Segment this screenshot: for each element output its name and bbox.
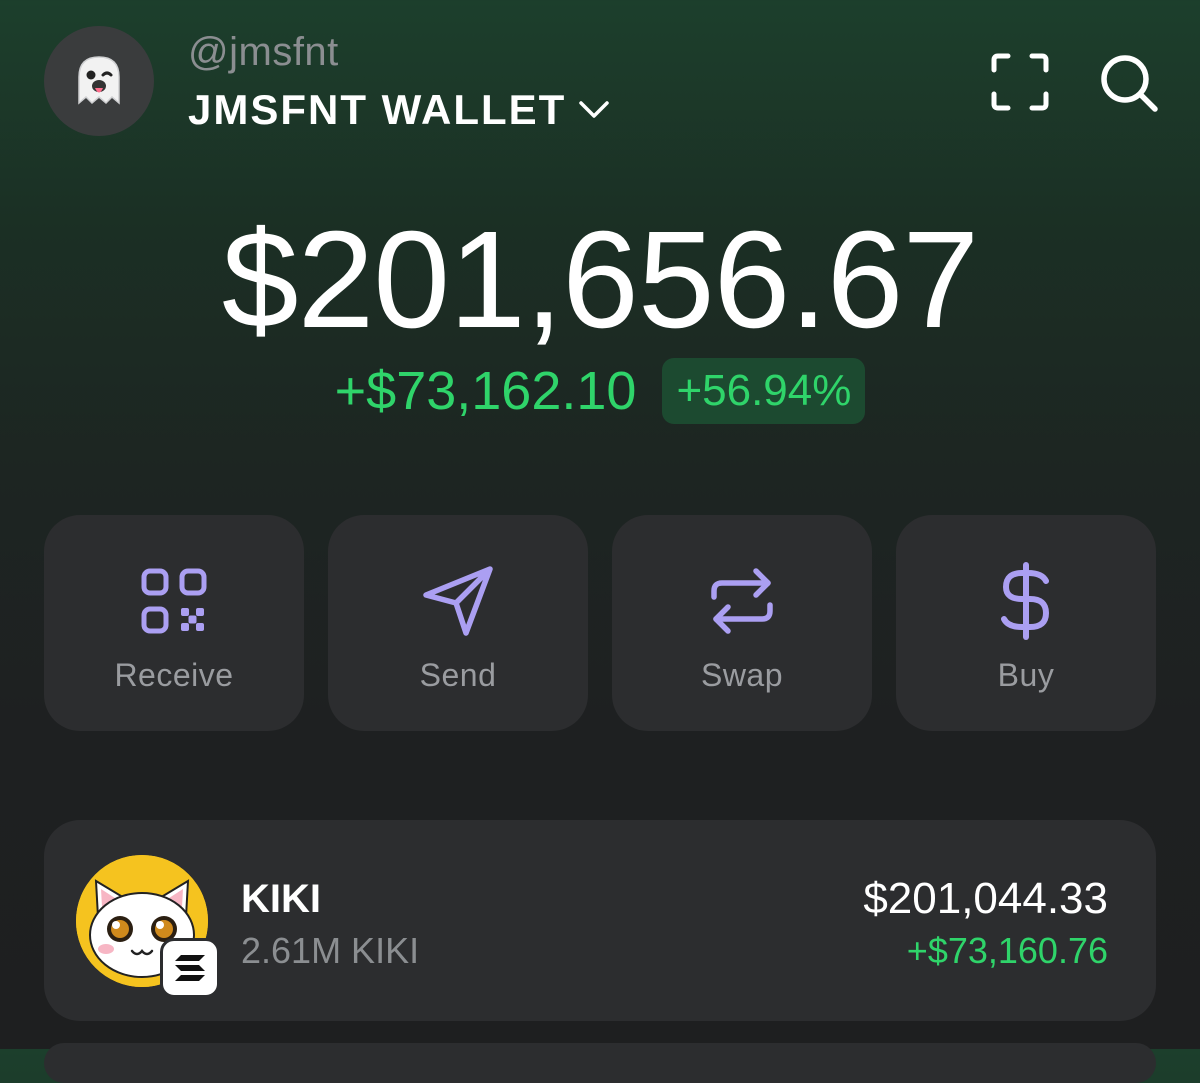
scan-qr-icon	[991, 53, 1049, 111]
action-buttons: Receive Send Swap Buy	[44, 515, 1156, 731]
token-amount: 2.61M KIKI	[241, 930, 420, 971]
swap-button[interactable]: Swap	[612, 515, 872, 731]
swap-arrows-icon	[702, 561, 782, 641]
send-button[interactable]: Send	[328, 515, 588, 731]
total-balance: $201,656.67	[221, 203, 979, 357]
scan-button[interactable]	[990, 52, 1050, 112]
chevron-down-icon	[579, 101, 610, 118]
balance-change-row: +$73,162.10 +56.94%	[0, 358, 1200, 424]
ghost-emoji-icon	[78, 56, 120, 105]
send-label: Send	[419, 657, 497, 693]
balance-change-percent-badge: +56.94%	[662, 358, 866, 424]
dollar-sign-icon	[986, 561, 1066, 641]
token-row-next[interactable]	[44, 1043, 1156, 1083]
wallet-selector[interactable]: JMSFNT WALLET	[188, 84, 610, 136]
token-change: +$73,160.76	[906, 930, 1108, 971]
swap-label: Swap	[700, 657, 784, 693]
token-row-kiki[interactable]: KIKI 2.61M KIKI $201,044.33 +$73,160.76	[44, 820, 1156, 1021]
paper-plane-icon	[418, 561, 498, 641]
receive-button[interactable]: Receive	[44, 515, 304, 731]
search-icon	[1101, 55, 1158, 112]
receive-label: Receive	[114, 657, 234, 693]
account-handle: @jmsfnt	[188, 30, 339, 74]
solana-icon	[160, 938, 220, 998]
token-value: $201,044.33	[863, 874, 1108, 923]
search-button[interactable]	[1098, 52, 1160, 114]
buy-button[interactable]: Buy	[896, 515, 1156, 731]
qr-code-icon	[134, 561, 214, 641]
avatar[interactable]	[44, 26, 154, 136]
balance-change-amount: +$73,162.10	[334, 361, 637, 421]
buy-label: Buy	[997, 657, 1055, 693]
wallet-name: JMSFNT WALLET	[188, 86, 567, 133]
token-name: KIKI	[241, 877, 321, 921]
